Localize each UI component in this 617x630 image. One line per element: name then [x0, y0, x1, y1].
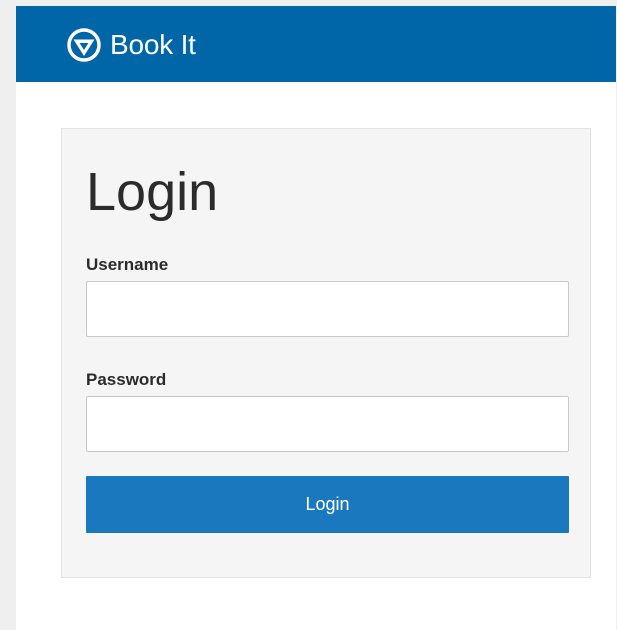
password-label: Password [86, 370, 167, 389]
brand-link[interactable]: Book It [67, 28, 196, 62]
username-input[interactable] [86, 281, 569, 337]
password-input[interactable] [86, 396, 569, 452]
brand-name: Book It [110, 29, 196, 60]
username-label: Username [86, 255, 169, 274]
page-title: Login [86, 162, 219, 222]
page-container: Book It Login Username Password Login [16, 6, 616, 630]
gvsu-logo-icon [67, 28, 101, 62]
login-button[interactable]: Login [86, 476, 569, 533]
top-navbar: Book It [16, 6, 616, 82]
login-card: Login Username Password Login [61, 128, 591, 578]
